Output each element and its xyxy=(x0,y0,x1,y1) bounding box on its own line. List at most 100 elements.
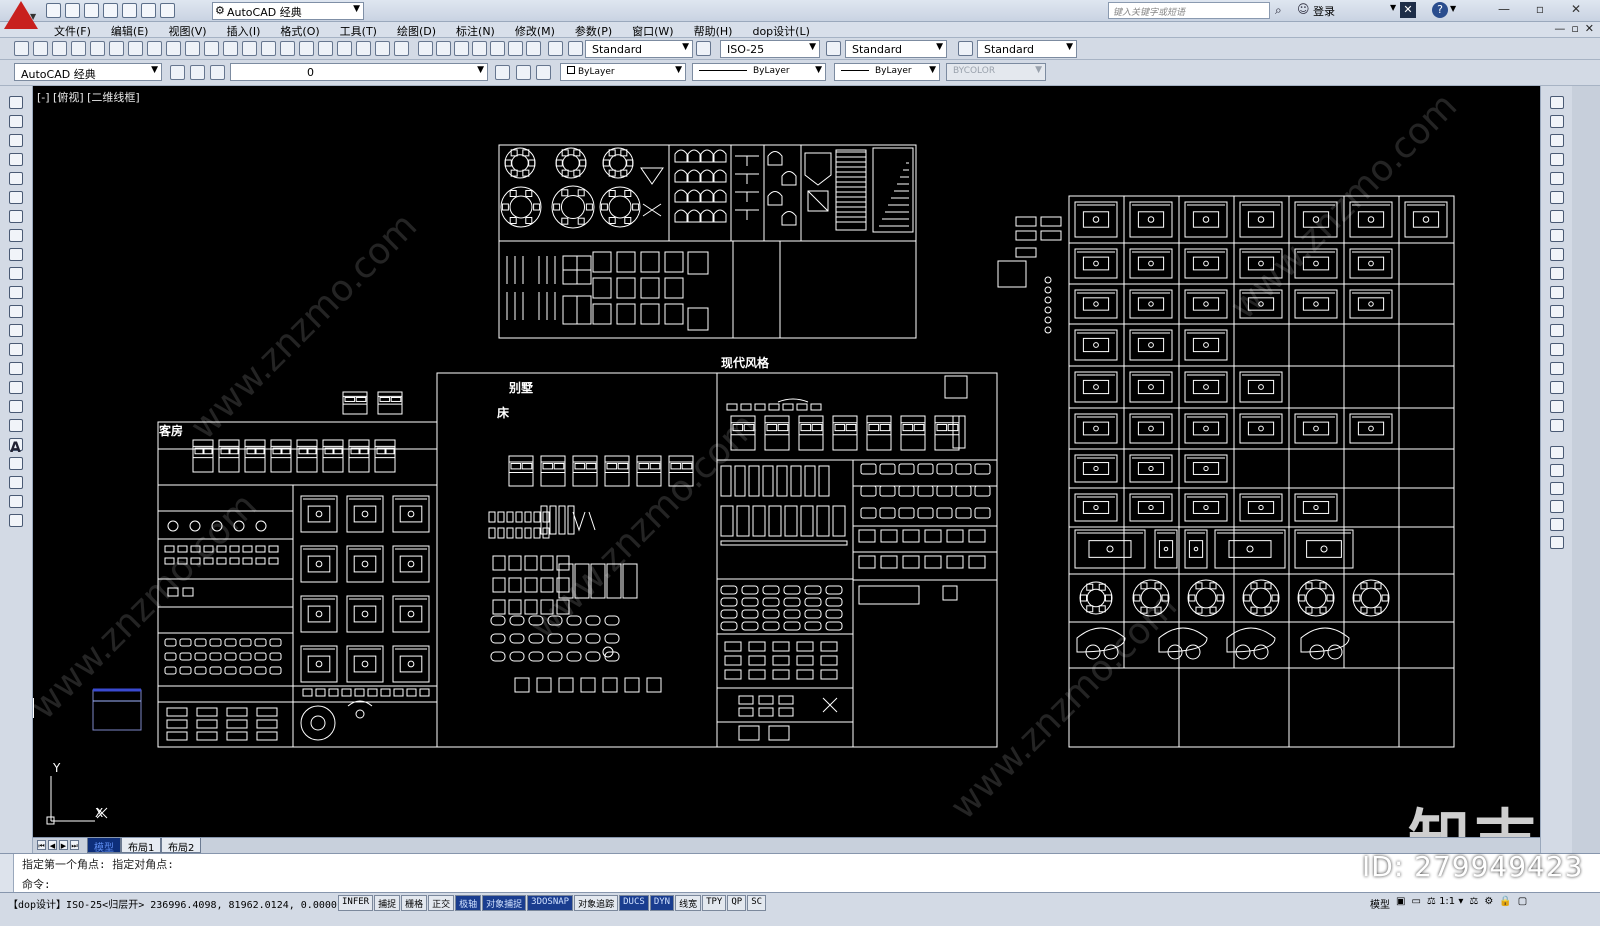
new-file-icon[interactable] xyxy=(46,3,61,18)
toolbar-tool-icon[interactable] xyxy=(9,172,23,185)
toolbar-tool-icon[interactable] xyxy=(9,96,23,109)
command-prompt[interactable]: 命令: xyxy=(22,876,51,892)
open-file-icon[interactable] xyxy=(65,3,80,18)
toolbar-tool-icon[interactable] xyxy=(1550,343,1564,356)
status-toggle-button[interactable]: 极轴 xyxy=(455,895,482,911)
toolbar-tool-icon[interactable] xyxy=(548,41,563,56)
binoculars-icon[interactable]: ⌕ xyxy=(1275,3,1282,18)
drawing-canvas[interactable]: [-] [俯视] [二维线框] 客房 别墅 床 现代风格 Y X www.znz… xyxy=(23,85,1540,837)
toolbar-tool-icon[interactable] xyxy=(242,41,257,56)
model-button[interactable]: 模型 xyxy=(1370,896,1390,911)
toolbar-tool-icon[interactable] xyxy=(9,248,23,261)
menu-item[interactable]: 绘图(D) xyxy=(397,23,436,39)
toolbar-tool-icon[interactable] xyxy=(394,41,409,56)
doc-close-button[interactable]: ✕ xyxy=(1585,22,1594,35)
menu-item[interactable]: 修改(M) xyxy=(515,23,555,39)
toolbar-tool-icon[interactable] xyxy=(1550,267,1564,280)
status-toggle-button[interactable]: 捕捉 xyxy=(374,895,401,911)
chevron-down-icon[interactable]: ▼ xyxy=(1390,3,1396,12)
toolbar-tool-icon[interactable] xyxy=(9,514,23,527)
undo-icon[interactable] xyxy=(141,3,156,18)
toolbar-tool-icon[interactable] xyxy=(495,65,510,80)
toolbar-tool-icon[interactable] xyxy=(33,41,48,56)
linetype-select[interactable]: ByLayer ▼ xyxy=(692,63,826,81)
toolbar-tool-icon[interactable] xyxy=(261,41,276,56)
toolbar-tool-icon[interactable] xyxy=(1550,362,1564,375)
toolbar-tool-icon[interactable] xyxy=(418,41,433,56)
status-toggle-button[interactable]: 线宽 xyxy=(675,895,702,911)
workspace-select[interactable]: ⚙ AutoCAD 经典 ▼ xyxy=(212,2,364,20)
layout-icon[interactable]: ▣ xyxy=(1396,896,1405,911)
menu-item[interactable]: 文件(F) xyxy=(54,23,91,39)
toolbar-tool-icon[interactable] xyxy=(9,381,23,394)
toolbar-tool-icon[interactable] xyxy=(508,41,523,56)
save-icon[interactable] xyxy=(84,3,99,18)
toolbar-tool-icon[interactable] xyxy=(1550,115,1564,128)
menu-item[interactable]: 格式(O) xyxy=(280,23,319,39)
toolbar-tool-icon[interactable] xyxy=(1550,400,1564,413)
toolbar-tool-icon[interactable] xyxy=(9,286,23,299)
toolbar-tool-icon[interactable] xyxy=(1550,419,1564,432)
status-toggle-button[interactable]: INFER xyxy=(338,895,374,911)
print-icon[interactable] xyxy=(122,3,137,18)
table-style-select[interactable]: Standard ▼ xyxy=(845,40,947,58)
next-tab-icon[interactable]: ▶ xyxy=(59,840,68,850)
toolbar-tool-icon[interactable] xyxy=(1550,172,1564,185)
toolbar-tool-icon[interactable] xyxy=(280,41,295,56)
toolbar-tool-icon[interactable] xyxy=(299,41,314,56)
toolbar-tool-icon[interactable] xyxy=(436,41,451,56)
toolbar-tool-icon[interactable] xyxy=(9,400,23,413)
lineweight-select[interactable]: ByLayer ▼ xyxy=(834,63,940,81)
menu-item[interactable]: 帮助(H) xyxy=(694,23,733,39)
toolbar-tool-icon[interactable] xyxy=(472,41,487,56)
doc-restore-button[interactable]: ▫ xyxy=(1571,22,1578,35)
toolbar-tool-icon[interactable] xyxy=(1550,482,1564,495)
status-toggle-button[interactable]: QP xyxy=(727,895,747,911)
annotation-scale[interactable]: ⚖ 1:1 ▾ xyxy=(1427,896,1463,911)
toolbar-tool-icon[interactable] xyxy=(9,267,23,280)
text-style-select[interactable]: Standard ▼ xyxy=(585,40,693,58)
toolbar-tool-icon[interactable] xyxy=(210,65,225,80)
toolbar-tool-icon[interactable] xyxy=(1550,324,1564,337)
toolbar-tool-icon[interactable] xyxy=(1550,210,1564,223)
toolbar-tool-icon[interactable] xyxy=(9,305,23,318)
command-window-handle[interactable] xyxy=(0,854,14,893)
status-toggle-button[interactable]: 对象追踪 xyxy=(574,895,619,911)
chevron-down-icon[interactable]: ▼ xyxy=(1450,4,1456,13)
toolbar-tool-icon[interactable] xyxy=(9,362,23,375)
text-tool-icon[interactable]: A xyxy=(10,440,21,456)
toolbar-tool-icon[interactable] xyxy=(9,115,23,128)
toolbar-tool-icon[interactable] xyxy=(223,41,238,56)
tab-layout1[interactable]: 布局1 xyxy=(121,838,162,854)
toolbar-tool-icon[interactable] xyxy=(71,41,86,56)
toolbar-tool-icon[interactable] xyxy=(1550,153,1564,166)
toolbar-tool-icon[interactable] xyxy=(9,229,23,242)
toolbar-tool-icon[interactable] xyxy=(52,41,67,56)
dim-style-select[interactable]: ISO-25 ▼ xyxy=(720,40,820,58)
save-as-icon[interactable] xyxy=(103,3,118,18)
gear-icon[interactable]: ⚙ xyxy=(1484,896,1493,911)
redo-icon[interactable] xyxy=(160,3,175,18)
minimize-button[interactable]: — xyxy=(1490,2,1518,19)
toolbar-tool-icon[interactable] xyxy=(185,41,200,56)
prev-tab-icon[interactable]: ◀ xyxy=(48,840,57,850)
toolbar-tool-icon[interactable] xyxy=(1550,286,1564,299)
status-toggle-button[interactable]: 正交 xyxy=(428,895,455,911)
tab-layout2[interactable]: 布局2 xyxy=(161,838,202,854)
toolbar-tool-icon[interactable] xyxy=(1550,248,1564,261)
toolbar-tool-icon[interactable] xyxy=(9,476,23,489)
toolbar-tool-icon[interactable] xyxy=(9,134,23,147)
toolbar-tool-icon[interactable] xyxy=(1550,446,1564,459)
menu-item[interactable]: 编辑(E) xyxy=(111,23,149,39)
layout-icon[interactable]: ▭ xyxy=(1411,896,1420,911)
toolbar-tool-icon[interactable] xyxy=(1550,464,1564,477)
layer-select[interactable]: 0 ▼ xyxy=(230,63,488,81)
menu-item[interactable]: dop设计(L) xyxy=(752,23,809,39)
toolbar-tool-icon[interactable] xyxy=(9,343,23,356)
status-toggle-button[interactable]: TPY xyxy=(702,895,727,911)
toolbar-tool-icon[interactable] xyxy=(166,41,181,56)
toolbar-tool-icon[interactable] xyxy=(958,41,973,56)
menu-item[interactable]: 窗口(W) xyxy=(632,23,673,39)
toolbar-tool-icon[interactable] xyxy=(356,41,371,56)
lock-icon[interactable]: 🔒 xyxy=(1499,896,1511,911)
